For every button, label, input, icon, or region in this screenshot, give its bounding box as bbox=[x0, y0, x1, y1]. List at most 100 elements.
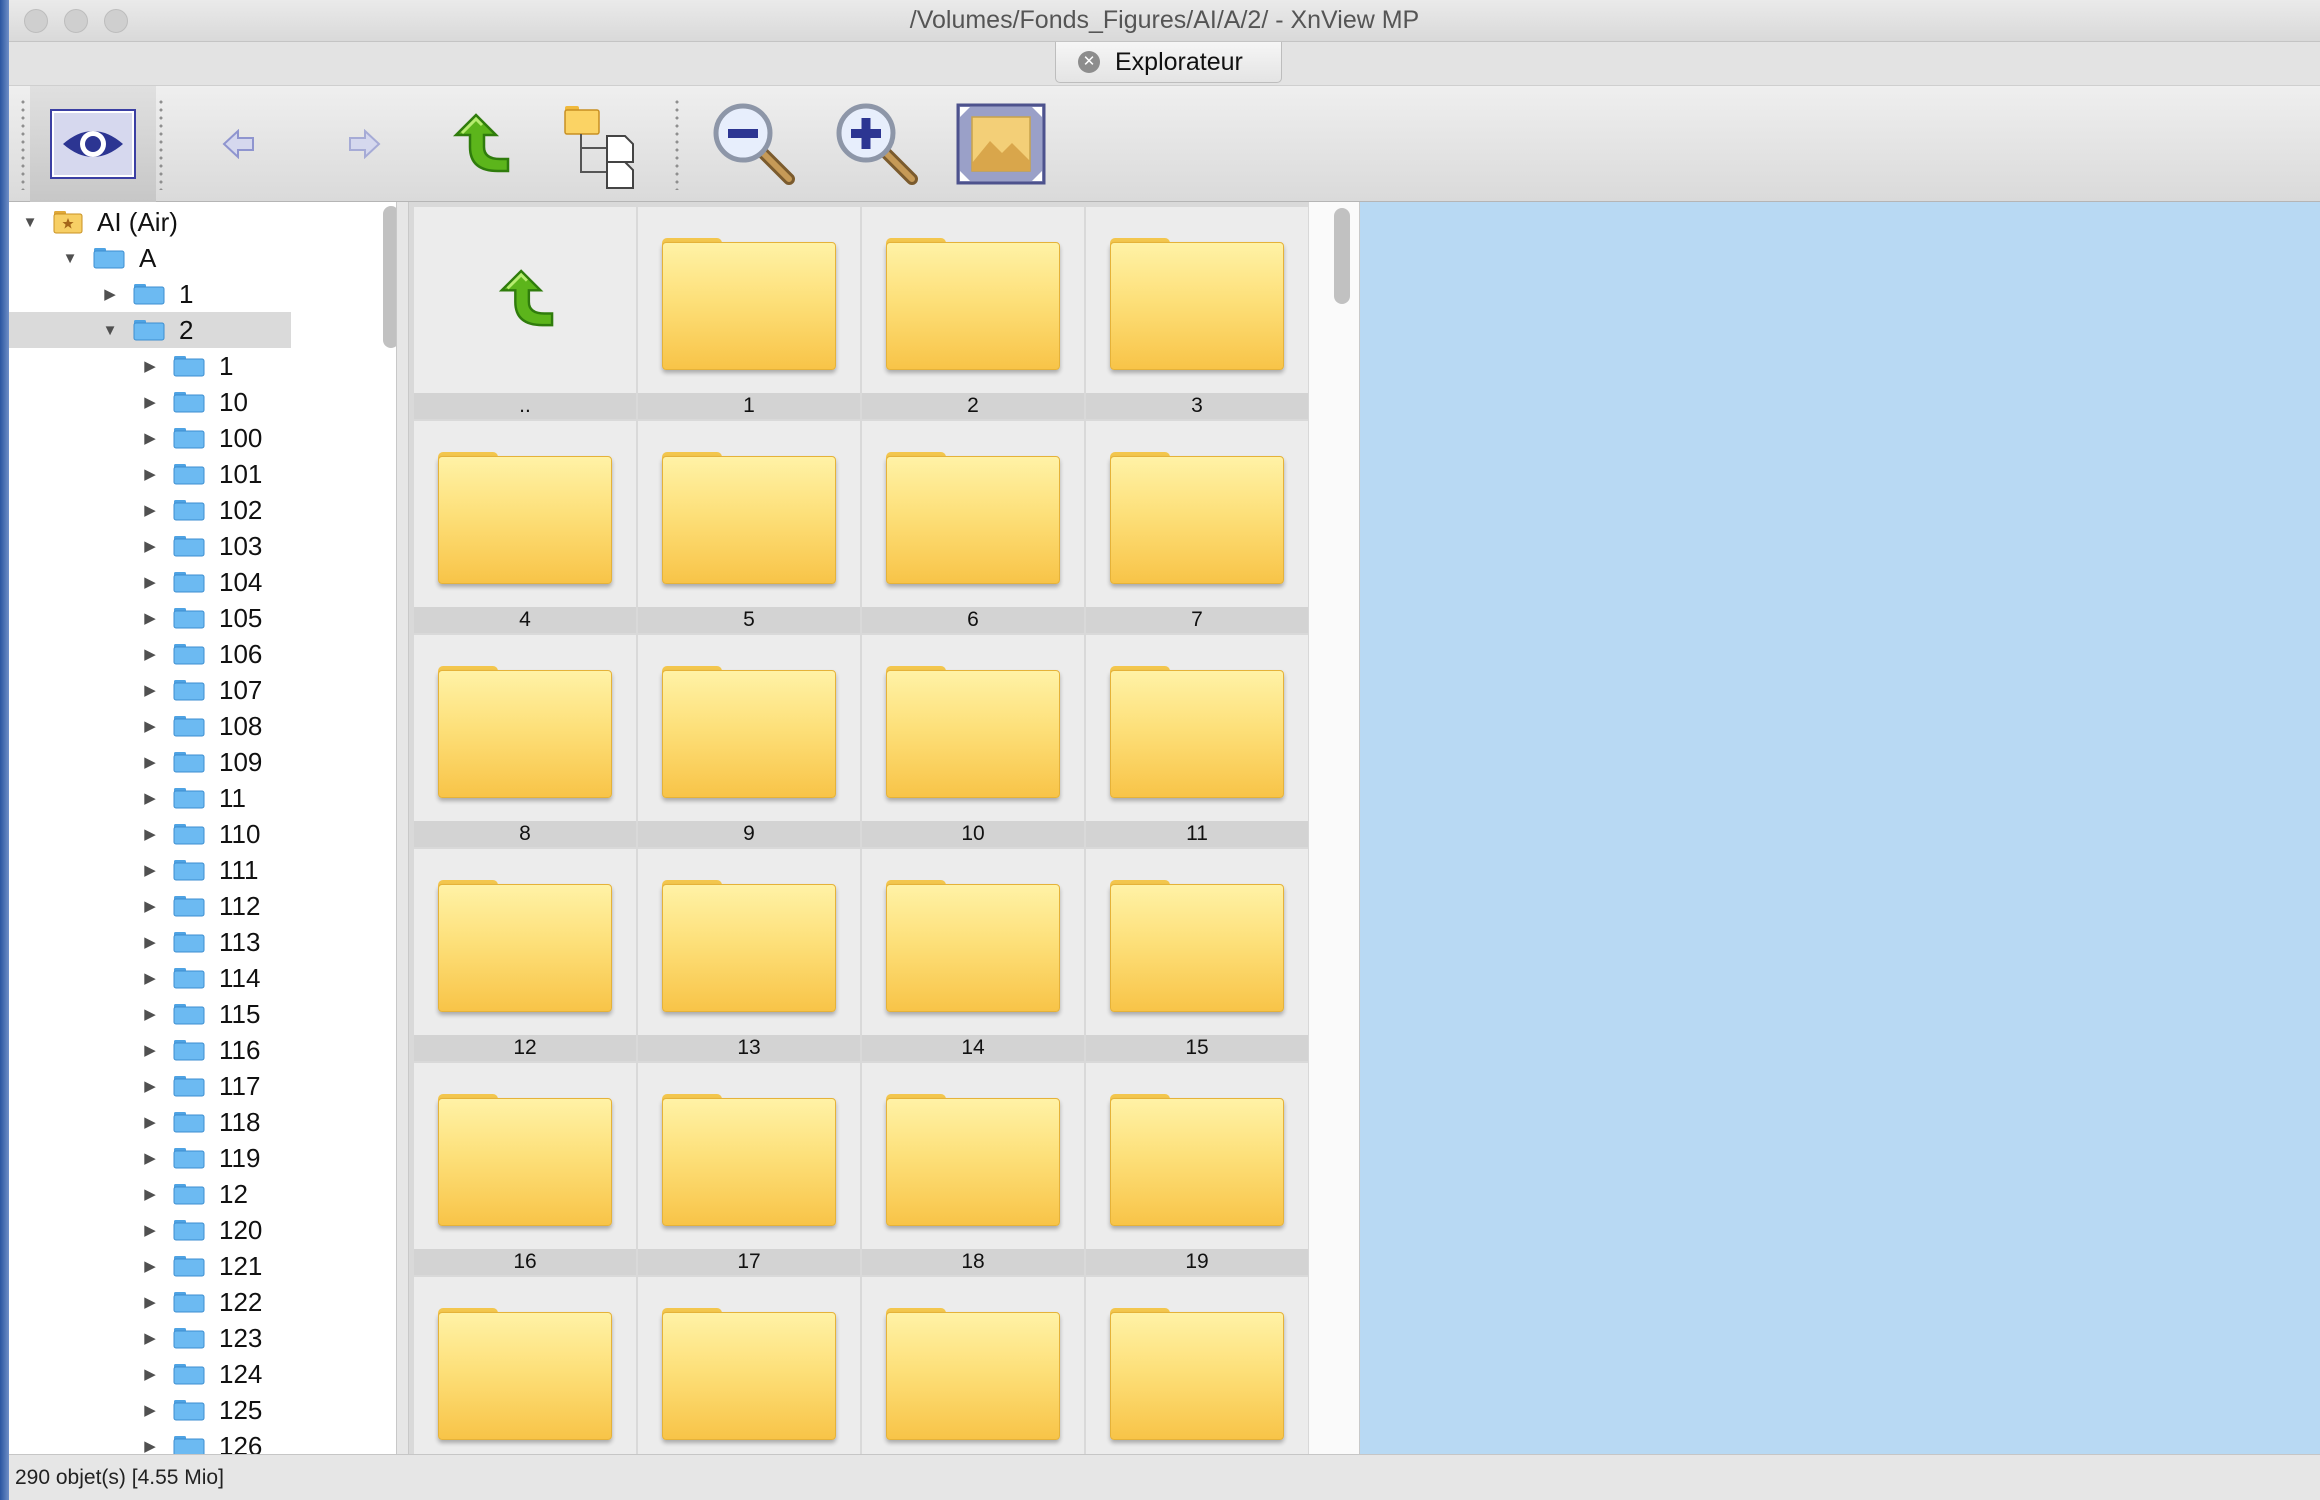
folder-tile[interactable]: 13 bbox=[638, 849, 860, 1061]
tree-item[interactable]: ▶ 104 bbox=[139, 564, 262, 600]
tree-item[interactable]: ▶ 118 bbox=[139, 1104, 260, 1140]
folder-tile[interactable]: 7 bbox=[1086, 421, 1308, 633]
folder-tile[interactable]: 10 bbox=[862, 635, 1084, 847]
collapsed-arrow-icon[interactable]: ▶ bbox=[99, 285, 121, 303]
tree-item[interactable]: ▶ 114 bbox=[139, 960, 260, 996]
panel-splitter[interactable] bbox=[397, 202, 409, 1454]
tree-item[interactable]: ▶ 116 bbox=[139, 1032, 260, 1068]
collapsed-arrow-icon[interactable]: ▶ bbox=[139, 1365, 161, 1383]
tree-item[interactable]: ▶ 110 bbox=[139, 816, 260, 852]
collapsed-arrow-icon[interactable]: ▶ bbox=[139, 897, 161, 915]
collapsed-arrow-icon[interactable]: ▶ bbox=[139, 429, 161, 447]
folder-tile[interactable]: 19 bbox=[1086, 1063, 1308, 1275]
collapsed-arrow-icon[interactable]: ▶ bbox=[139, 393, 161, 411]
folder-tile[interactable]: 6 bbox=[862, 421, 1084, 633]
folder-tile[interactable]: 14 bbox=[862, 849, 1084, 1061]
folder-tile[interactable]: 1 bbox=[638, 207, 860, 419]
zoom-in-button[interactable] bbox=[832, 96, 922, 192]
folder-tile[interactable] bbox=[638, 1277, 860, 1454]
collapsed-arrow-icon[interactable]: ▶ bbox=[139, 825, 161, 843]
expanded-arrow-icon[interactable]: ▼ bbox=[99, 322, 121, 339]
collapsed-arrow-icon[interactable]: ▶ bbox=[139, 357, 161, 375]
collapsed-arrow-icon[interactable]: ▶ bbox=[139, 1149, 161, 1167]
collapsed-arrow-icon[interactable]: ▶ bbox=[139, 465, 161, 483]
expanded-arrow-icon[interactable]: ▼ bbox=[59, 250, 81, 267]
folder-tile[interactable] bbox=[1086, 1277, 1308, 1454]
folder-tile[interactable] bbox=[414, 1277, 636, 1454]
tree-item[interactable]: ▶ 100 bbox=[139, 420, 262, 456]
tree-item[interactable]: ▶ 105 bbox=[139, 600, 262, 636]
tree-item[interactable]: ▶ 120 bbox=[139, 1212, 262, 1248]
collapsed-arrow-icon[interactable]: ▶ bbox=[139, 681, 161, 699]
grid-scrollbar[interactable] bbox=[1308, 202, 1360, 1454]
collapsed-arrow-icon[interactable]: ▶ bbox=[139, 1437, 161, 1454]
tree-item[interactable]: ▶ 10 bbox=[139, 384, 248, 420]
tree-item[interactable]: ▶ 1 bbox=[139, 348, 233, 384]
zoom-out-button[interactable] bbox=[709, 96, 799, 192]
folder-tile[interactable]: 15 bbox=[1086, 849, 1308, 1061]
collapsed-arrow-icon[interactable]: ▶ bbox=[139, 1257, 161, 1275]
parent-folder-button[interactable] bbox=[442, 106, 518, 182]
folder-tree-button[interactable] bbox=[557, 98, 649, 194]
toolbar-grip-handle[interactable] bbox=[21, 98, 25, 190]
tree-item[interactable]: ▶ 122 bbox=[139, 1284, 262, 1320]
tree-item[interactable]: ▶ 107 bbox=[139, 672, 262, 708]
collapsed-arrow-icon[interactable]: ▶ bbox=[139, 753, 161, 771]
tree-item[interactable]: ▶ 102 bbox=[139, 492, 262, 528]
collapsed-arrow-icon[interactable]: ▶ bbox=[139, 1113, 161, 1131]
tree-item[interactable]: ▶ 111 bbox=[139, 852, 258, 888]
collapsed-arrow-icon[interactable]: ▶ bbox=[139, 1041, 161, 1059]
forward-button[interactable] bbox=[334, 116, 394, 172]
collapsed-arrow-icon[interactable]: ▶ bbox=[139, 1005, 161, 1023]
tree-item[interactable]: ▶ 115 bbox=[139, 996, 260, 1032]
folder-tile[interactable]: 8 bbox=[414, 635, 636, 847]
tree-item-1[interactable]: ▶ 1 bbox=[99, 276, 193, 312]
tree-item[interactable]: ▶ 11 bbox=[139, 780, 246, 816]
folder-tile[interactable]: 9 bbox=[638, 635, 860, 847]
tree-item[interactable]: ▶ 126 bbox=[139, 1428, 262, 1454]
parent-folder-tile[interactable]: .. bbox=[414, 207, 636, 419]
close-circle-icon[interactable]: ✕ bbox=[1078, 51, 1100, 73]
collapsed-arrow-icon[interactable]: ▶ bbox=[139, 1221, 161, 1239]
collapsed-arrow-icon[interactable]: ▶ bbox=[139, 1077, 161, 1095]
folder-tile[interactable]: 4 bbox=[414, 421, 636, 633]
collapsed-arrow-icon[interactable]: ▶ bbox=[139, 501, 161, 519]
tree-item[interactable]: ▶ 125 bbox=[139, 1392, 262, 1428]
tree-item[interactable]: ▶ 112 bbox=[139, 888, 260, 924]
folder-tile[interactable]: 2 bbox=[862, 207, 1084, 419]
collapsed-arrow-icon[interactable]: ▶ bbox=[139, 573, 161, 591]
tree-item-2-selected[interactable]: ▼ 2 bbox=[9, 312, 291, 348]
folder-tile[interactable]: 5 bbox=[638, 421, 860, 633]
grid-scrollbar-thumb[interactable] bbox=[1334, 208, 1350, 304]
folder-tile[interactable] bbox=[862, 1277, 1084, 1454]
tree-item[interactable]: ▶ 121 bbox=[139, 1248, 262, 1284]
collapsed-arrow-icon[interactable]: ▶ bbox=[139, 789, 161, 807]
tree-item[interactable]: ▶ 106 bbox=[139, 636, 262, 672]
tab-explorateur[interactable]: ✕ Explorateur bbox=[1055, 42, 1282, 83]
fit-image-button[interactable] bbox=[953, 98, 1049, 190]
tree-item[interactable]: ▶ 12 bbox=[139, 1176, 248, 1212]
collapsed-arrow-icon[interactable]: ▶ bbox=[139, 609, 161, 627]
tree-scrollbar-thumb[interactable] bbox=[383, 206, 396, 348]
collapsed-arrow-icon[interactable]: ▶ bbox=[139, 1329, 161, 1347]
tree-item-a[interactable]: ▼ A bbox=[59, 240, 157, 276]
folder-tile[interactable]: 16 bbox=[414, 1063, 636, 1275]
collapsed-arrow-icon[interactable]: ▶ bbox=[139, 1185, 161, 1203]
tree-item[interactable]: ▶ 123 bbox=[139, 1320, 262, 1356]
collapsed-arrow-icon[interactable]: ▶ bbox=[139, 537, 161, 555]
collapsed-arrow-icon[interactable]: ▶ bbox=[139, 1401, 161, 1419]
view-toggle-button[interactable] bbox=[30, 86, 156, 202]
collapsed-arrow-icon[interactable]: ▶ bbox=[139, 645, 161, 663]
tree-item-root[interactable]: ▼ AI (Air) bbox=[19, 204, 178, 240]
folder-tile[interactable]: 3 bbox=[1086, 207, 1308, 419]
tree-item[interactable]: ▶ 109 bbox=[139, 744, 262, 780]
folder-tile[interactable]: 11 bbox=[1086, 635, 1308, 847]
tree-item[interactable]: ▶ 113 bbox=[139, 924, 260, 960]
collapsed-arrow-icon[interactable]: ▶ bbox=[139, 861, 161, 879]
tree-item[interactable]: ▶ 117 bbox=[139, 1068, 260, 1104]
expanded-arrow-icon[interactable]: ▼ bbox=[19, 214, 41, 231]
collapsed-arrow-icon[interactable]: ▶ bbox=[139, 933, 161, 951]
collapsed-arrow-icon[interactable]: ▶ bbox=[139, 717, 161, 735]
tree-item[interactable]: ▶ 124 bbox=[139, 1356, 262, 1392]
back-button[interactable] bbox=[209, 116, 269, 172]
